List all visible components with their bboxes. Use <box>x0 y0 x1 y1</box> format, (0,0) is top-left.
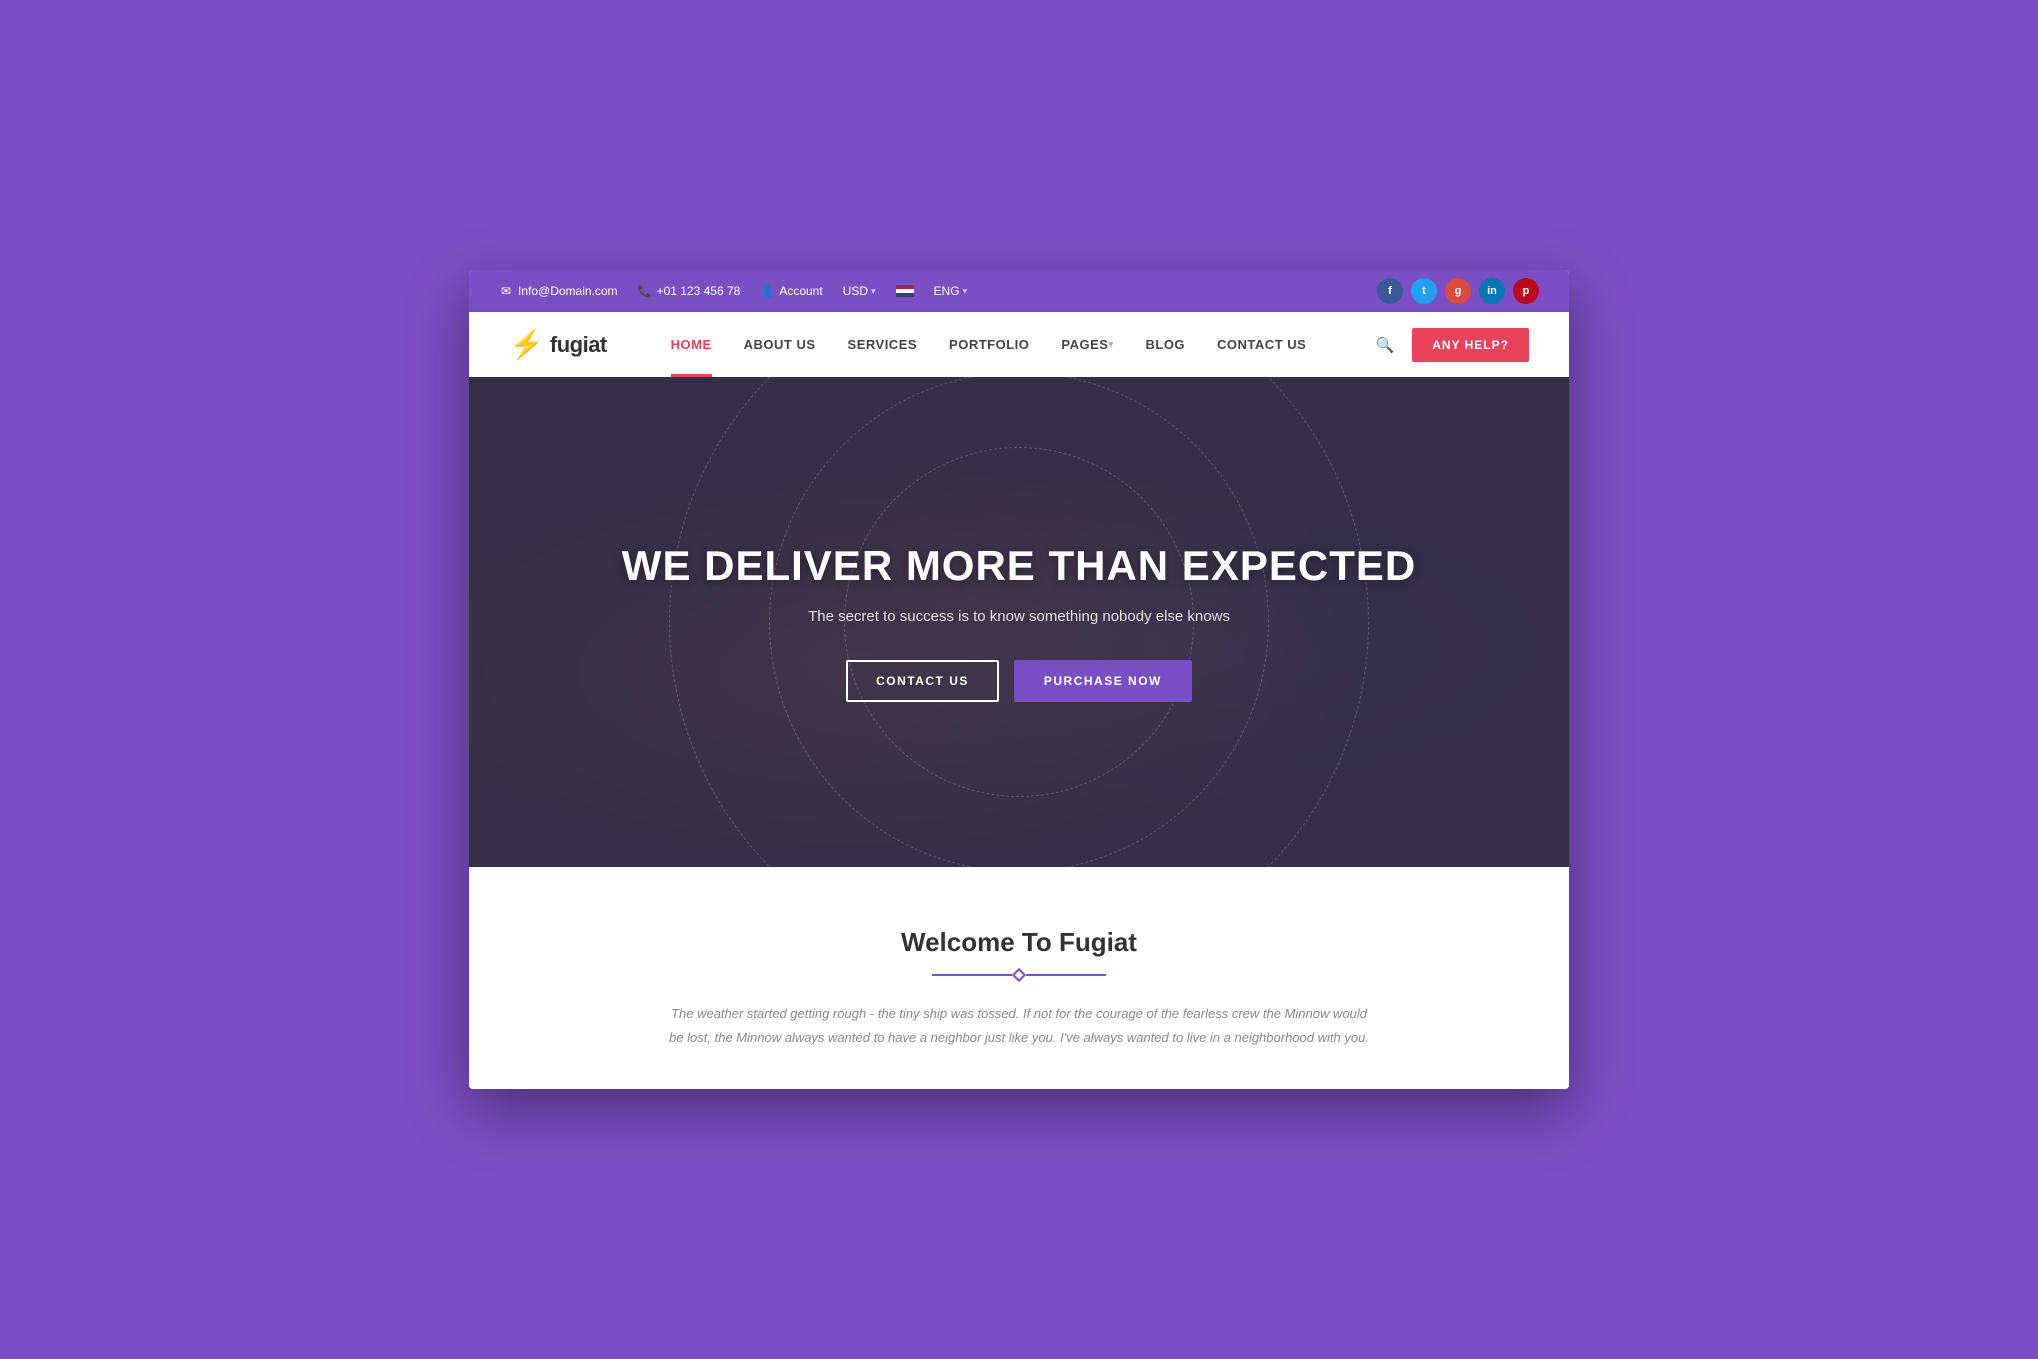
welcome-title: Welcome To Fugiat <box>509 927 1529 958</box>
browser-window: ✉ Info@Domain.com 📞 +01 123 456 78 👤 Acc… <box>469 270 1569 1089</box>
hero-subtitle: The secret to success is to know somethi… <box>808 608 1230 625</box>
language-chevron: ▾ <box>963 286 968 297</box>
account-link[interactable]: 👤 Account <box>760 284 822 298</box>
hero-content: WE DELIVER MORE THAN EXPECTED The secret… <box>469 377 1569 867</box>
navbar: ⚡ fugiat HOME ABOUT US SERVICES PORTFOLI… <box>469 312 1569 377</box>
welcome-divider <box>509 970 1529 980</box>
email-address: Info@Domain.com <box>518 284 618 298</box>
top-bar-left: ✉ Info@Domain.com 📞 +01 123 456 78 👤 Acc… <box>499 284 967 298</box>
search-button[interactable]: 🔍 <box>1370 330 1400 360</box>
any-help-button[interactable]: ANY HELP? <box>1412 328 1529 362</box>
nav-item-portfolio[interactable]: PORTFOLIO <box>933 312 1045 377</box>
hero-section: WE DELIVER MORE THAN EXPECTED The secret… <box>469 377 1569 867</box>
language-selector[interactable]: ENG ▾ <box>934 284 968 298</box>
logo-text: fugiat <box>550 332 607 358</box>
nav-menu: HOME ABOUT US SERVICES PORTFOLIO PAGES B… <box>655 312 1323 377</box>
contact-us-button[interactable]: CONTACT US <box>846 660 999 702</box>
phone-icon: 📞 <box>638 284 652 298</box>
logo-icon: ⚡ <box>509 331 544 359</box>
currency-chevron: ▾ <box>871 286 876 297</box>
nav-item-blog[interactable]: BLOG <box>1129 312 1201 377</box>
phone-contact[interactable]: 📞 +01 123 456 78 <box>638 284 741 298</box>
facebook-icon[interactable]: f <box>1377 278 1403 304</box>
flag-icon <box>896 285 914 297</box>
twitter-icon[interactable]: t <box>1411 278 1437 304</box>
top-bar: ✉ Info@Domain.com 📞 +01 123 456 78 👤 Acc… <box>469 270 1569 312</box>
google-plus-icon[interactable]: g <box>1445 278 1471 304</box>
linkedin-icon[interactable]: in <box>1479 278 1505 304</box>
social-links: f t g in p <box>1377 278 1539 304</box>
phone-number: +01 123 456 78 <box>657 284 741 298</box>
divider-line-right <box>1026 974 1106 976</box>
purchase-now-button[interactable]: PURCHASE NOW <box>1014 660 1192 702</box>
user-icon: 👤 <box>760 284 774 298</box>
hero-title: WE DELIVER MORE THAN EXPECTED <box>622 542 1416 590</box>
nav-item-contact[interactable]: CONTACT US <box>1201 312 1322 377</box>
email-contact[interactable]: ✉ Info@Domain.com <box>499 284 618 298</box>
currency-label: USD <box>843 284 868 298</box>
logo[interactable]: ⚡ fugiat <box>509 331 607 359</box>
search-icon: 🔍 <box>1376 336 1395 354</box>
account-label: Account <box>779 284 822 298</box>
currency-selector[interactable]: USD ▾ <box>843 284 876 298</box>
divider-diamond <box>1012 968 1026 982</box>
nav-right: 🔍 ANY HELP? <box>1370 328 1529 362</box>
nav-item-services[interactable]: SERVICES <box>832 312 934 377</box>
language-label: ENG <box>934 284 960 298</box>
nav-item-about[interactable]: ABOUT US <box>728 312 832 377</box>
hero-buttons: CONTACT US PURCHASE NOW <box>846 660 1192 702</box>
pinterest-icon[interactable]: p <box>1513 278 1539 304</box>
main-navigation: HOME ABOUT US SERVICES PORTFOLIO PAGES B… <box>655 312 1323 377</box>
nav-item-home[interactable]: HOME <box>655 312 728 377</box>
divider-line-left <box>932 974 1012 976</box>
welcome-section: Welcome To Fugiat The weather started ge… <box>469 867 1569 1089</box>
nav-item-pages[interactable]: PAGES <box>1045 312 1129 377</box>
email-icon: ✉ <box>499 284 513 298</box>
welcome-body: The weather started getting rough - the … <box>669 1002 1369 1049</box>
